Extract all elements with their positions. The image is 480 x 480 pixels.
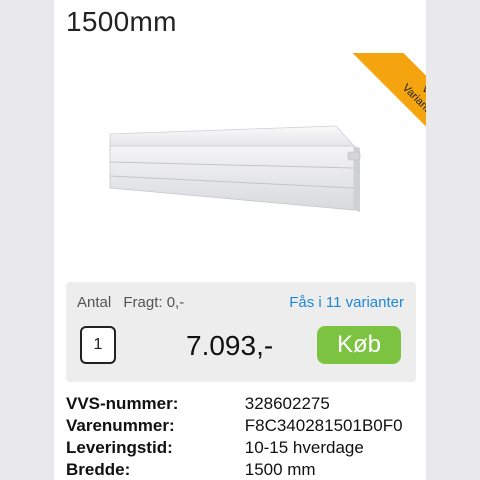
spec-label: Bredde:	[66, 460, 131, 479]
buy-button[interactable]: Køb	[317, 326, 401, 364]
product-card: 1500mm Vis Varianter Antal Fragt: 0,- Få…	[54, 0, 426, 480]
spec-label: VVS-nummer:	[66, 394, 179, 413]
spec-value: 328602275	[244, 394, 330, 413]
price: 7.093,-	[186, 330, 274, 361]
variants-link[interactable]: Fås i 11 varianter	[289, 294, 404, 311]
product-title: 1500mm	[66, 6, 177, 37]
quantity-input[interactable]: 1	[80, 326, 116, 364]
quantity-label: Antal	[77, 294, 112, 311]
spec-value: 1500 mm	[244, 460, 316, 479]
spec-row: Varenummer: F8C340281501B0F0	[66, 415, 426, 437]
spec-row: VVS-nummer: 328602275	[66, 393, 426, 415]
shipping-label: Fragt: 0,-	[123, 294, 185, 311]
spec-row: Bredde: 1500 mm	[66, 459, 426, 480]
spec-label: Leveringstid:	[66, 438, 173, 457]
spec-list: VVS-nummer: 328602275 Varenummer: F8C340…	[66, 393, 426, 480]
buy-panel: Antal Fragt: 0,- Fås i 11 varianter 1 7.…	[66, 282, 416, 382]
spec-label: Varenummer:	[66, 416, 175, 435]
radiator-image	[109, 125, 361, 212]
spec-value: F8C340281501B0F0	[244, 416, 403, 435]
spec-value: 10-15 hverdage	[244, 438, 364, 457]
spec-row: Leveringstid: 10-15 hverdage	[66, 437, 426, 459]
